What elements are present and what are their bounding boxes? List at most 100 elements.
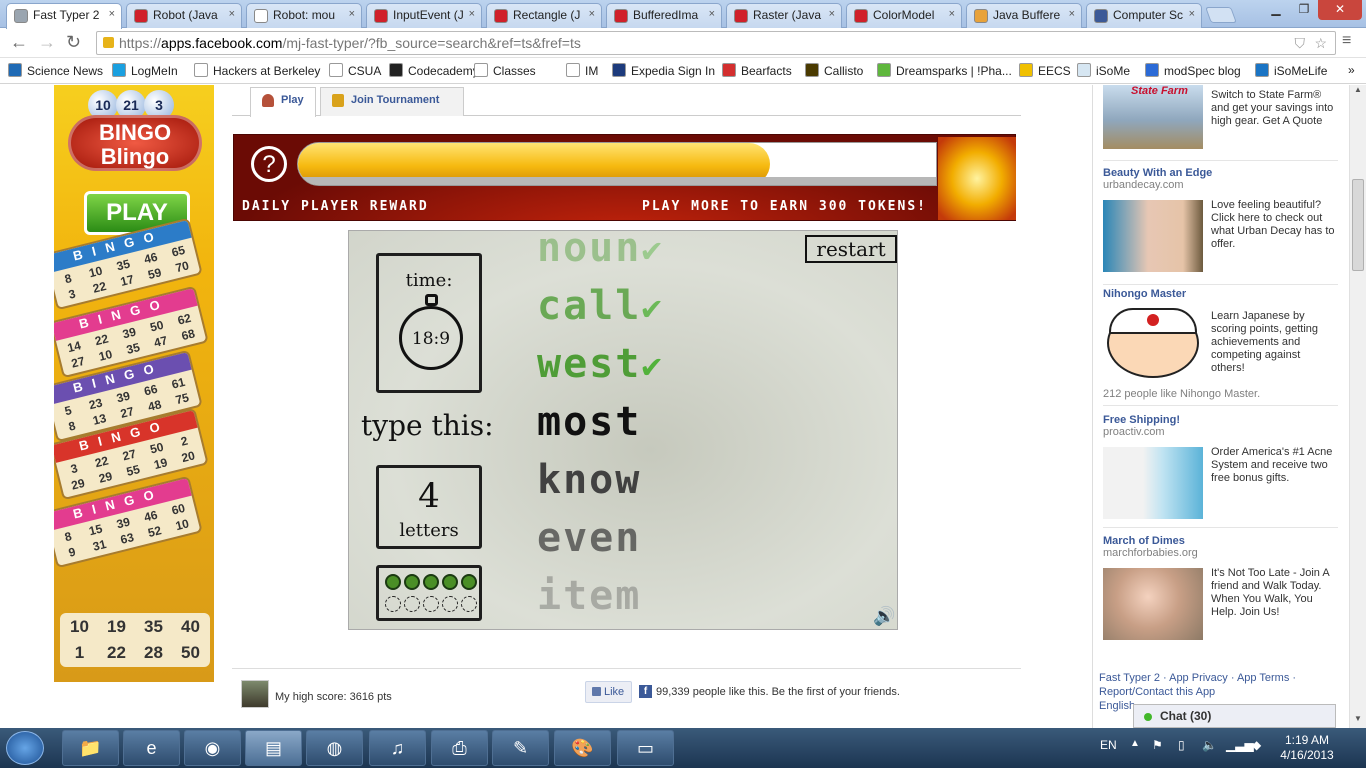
bookmark-item[interactable]: EECS [1019,63,1071,78]
footer-links-line2[interactable]: Report/Contact this App [1099,685,1339,699]
star-icon[interactable]: ☆ [1314,32,1327,54]
internet-explorer-icon[interactable]: e [123,730,180,766]
sticky-notes-icon[interactable]: ▤ [245,730,302,766]
browser-tab[interactable]: Computer Sc × [1086,3,1202,28]
bookmark-item[interactable]: IM [566,63,598,78]
speaker-icon[interactable]: 🔊 [873,606,895,627]
bookmark-item[interactable]: iSoMeLife [1255,63,1327,78]
back-icon[interactable]: ← [10,32,28,53]
bookmark-item[interactable]: Callisto [805,63,863,78]
bookmark-item[interactable]: Hackers at Berkeley [194,63,320,78]
start-button[interactable] [6,731,44,765]
explorer-icon[interactable]: 📁 [62,730,119,766]
close-tab-icon[interactable]: × [589,8,595,20]
like-button[interactable]: Like [585,681,632,703]
editor-icon[interactable]: ✎ [492,730,549,766]
bookmark-item[interactable]: Expedia Sign In [612,63,715,78]
ad-proactiv[interactable]: Free Shipping! proactiv.com Order Americ… [1103,414,1338,528]
dropbox-icon[interactable]: ◆ [1252,738,1261,752]
ad-urban-decay[interactable]: Beauty With an Edge urbandecay.com Love … [1103,167,1338,285]
bookmark-item[interactable]: CSUA [329,63,381,78]
paint-icon[interactable]: 🎨 [554,730,611,766]
browser-tab[interactable]: Robot (Java × [126,3,242,28]
ad-state-farm[interactable]: State Farm Switch to State Farm® and get… [1103,85,1338,161]
ad-title[interactable]: Beauty With an Edge [1103,167,1338,179]
spotify-icon[interactable]: ◍ [306,730,363,766]
close-tab-icon[interactable]: × [469,8,475,20]
ad-nihongo-master[interactable]: Nihongo Master Learn Japanese by scoring… [1103,288,1338,406]
chat-bar[interactable]: Chat (30) [1133,704,1336,728]
browser-tab[interactable]: Robot: mou × [246,3,362,28]
ad-title[interactable]: Nihongo Master [1103,288,1338,300]
network-app-icon[interactable]: ⎙ [431,730,488,766]
fast-typer-game[interactable]: time: 18:9 type this: 4 letters noun✔ cal… [348,230,898,630]
close-tab-icon[interactable]: × [709,8,715,20]
ad-title[interactable]: March of Dimes [1103,535,1338,547]
tab-join-tournament[interactable]: Join Tournament [320,87,464,116]
bookmark-item[interactable]: Science News [8,63,103,78]
system-clock[interactable]: 1:19 AM 4/16/2013 [1276,733,1338,763]
footer-links-line1[interactable]: Fast Typer 2 · App Privacy · App Terms · [1099,671,1339,685]
avatar[interactable] [241,680,269,708]
forward-icon[interactable]: → [38,32,56,53]
browser-tab[interactable]: Raster (Java × [726,3,842,28]
bingo-ad[interactable]: 10 21 3 BINGO Blingo PLAY BINGO 8 10 35 46 65… [54,85,214,682]
action-center-flag-icon[interactable]: ⚑ [1152,738,1163,752]
battery-icon[interactable]: ▯ [1178,738,1185,752]
bookmark-item[interactable]: iSoMe [1077,63,1130,78]
scroll-thumb[interactable] [1352,179,1364,271]
more-bookmarks-icon[interactable]: » [1348,63,1355,77]
itunes-icon[interactable]: ♫ [369,730,426,766]
browser-tab[interactable]: InputEvent (J × [366,3,482,28]
browser-tab[interactable]: Fast Typer 2 × [6,3,122,29]
maximize-button[interactable]: ❐ [1290,0,1318,20]
command-prompt-icon[interactable]: ▭ [617,730,674,766]
tab-play[interactable]: Play [250,87,316,117]
type-this-label: type this: [361,409,494,442]
close-tab-icon[interactable]: × [829,8,835,20]
close-tab-icon[interactable]: × [349,8,355,20]
browser-tab[interactable]: BufferedIma × [606,3,722,28]
close-tab-icon[interactable]: × [1069,8,1075,20]
close-tab-icon[interactable]: × [109,8,115,20]
input-language[interactable]: EN [1100,738,1117,752]
bookmark-item[interactable]: Codecademy [389,63,479,78]
close-tab-icon[interactable]: × [949,8,955,20]
red-dot-icon [1147,314,1159,326]
bingo-number: 19 [107,617,126,636]
close-window-button[interactable]: ✕ [1318,0,1362,20]
bookmark-icon [612,63,626,77]
close-tab-icon[interactable]: × [229,8,235,20]
close-tab-icon[interactable]: × [1189,8,1195,20]
menu-icon[interactable]: ≡ [1342,32,1351,50]
bookmark-item[interactable]: Dreamsparks | !Pha... [877,63,1012,78]
address-bar[interactable]: https://apps.facebook.com/mj-fast-typer/… [96,31,1336,55]
help-button[interactable]: ? [251,146,287,182]
restart-button[interactable]: restart [805,235,897,263]
browser-tab[interactable]: Rectangle (J × [486,3,602,28]
bookmark-item[interactable]: Classes [474,63,536,78]
word-text: noun [537,230,642,271]
bookmark-item[interactable]: Bearfacts [722,63,792,78]
scroll-down-arrow[interactable]: ▼ [1350,714,1366,728]
new-tab-button[interactable] [1205,7,1237,23]
bookmark-item[interactable]: LogMeIn [112,63,178,78]
shield-icon[interactable]: ⛉ [1295,32,1306,54]
show-hidden-icons-icon[interactable]: ▲ [1130,738,1140,749]
page-scrollbar[interactable]: ▲ ▼ [1349,85,1366,728]
chrome-icon[interactable]: ◉ [184,730,241,766]
bookmark-item[interactable]: modSpec blog [1145,63,1241,78]
volume-icon[interactable]: 🔈 [1202,738,1217,752]
person-icon [262,94,274,107]
ad-march-of-dimes[interactable]: March of Dimes marchforbabies.org It's N… [1103,535,1338,653]
browser-tab[interactable]: ColorModel × [846,3,962,28]
app-canvas-area: Play Join Tournament ? DAILY PLAYER REWA… [232,85,1021,728]
ad-title[interactable]: Free Shipping! [1103,414,1338,426]
minimize-button[interactable]: ▁ [1262,0,1290,20]
bookmark-icon [1145,63,1159,77]
scroll-up-arrow[interactable]: ▲ [1350,85,1366,99]
browser-tab[interactable]: Java Buffere × [966,3,1082,28]
reload-icon[interactable]: ↻ [66,32,81,53]
bookmark-icon [474,63,488,77]
wifi-signal-icon[interactable]: ▁▃▅ [1226,738,1254,752]
